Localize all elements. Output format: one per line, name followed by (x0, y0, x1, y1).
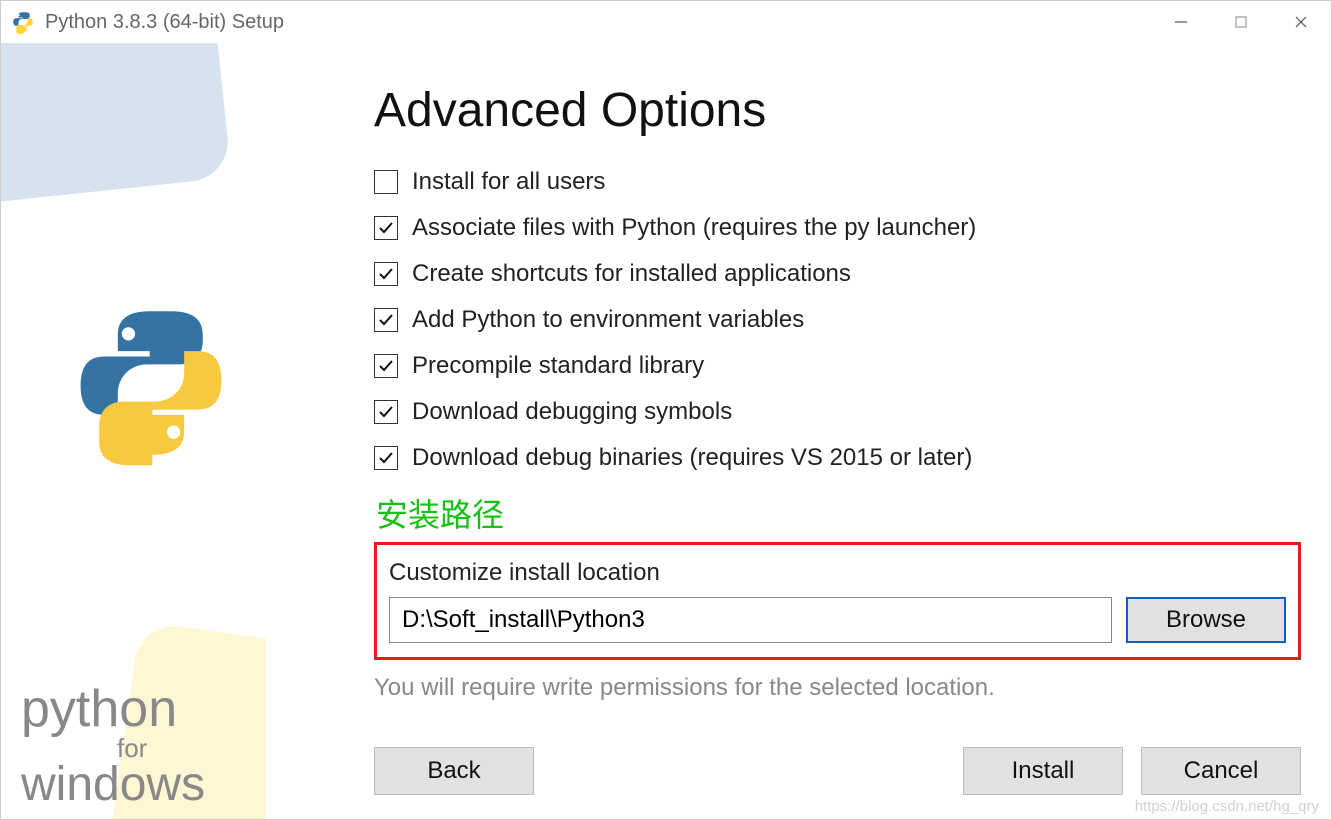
cancel-button[interactable]: Cancel (1141, 747, 1301, 795)
option-row: Download debug binaries (requires VS 201… (374, 444, 1301, 472)
option-label: Download debugging symbols (412, 398, 732, 426)
option-checkbox[interactable] (374, 170, 398, 194)
option-label: Create shortcuts for installed applicati… (412, 260, 851, 288)
option-row: Add Python to environment variables (374, 306, 1301, 334)
customize-location-label: Customize install location (389, 559, 1286, 587)
brand-text: python for windows (21, 683, 205, 809)
option-label: Add Python to environment variables (412, 306, 804, 334)
decorative-shape-top (1, 43, 232, 208)
option-checkbox[interactable] (374, 446, 398, 470)
browse-button[interactable]: Browse (1126, 597, 1286, 643)
installer-window: Python 3.8.3 (64-bit) Setup python for w… (0, 0, 1332, 820)
brand-line1: python (21, 683, 205, 735)
page-title: Advanced Options (374, 83, 1301, 138)
footer-buttons: Back Install Cancel (374, 747, 1301, 795)
close-button[interactable] (1271, 1, 1331, 43)
main-panel: Advanced Options Install for all users As… (266, 43, 1331, 819)
brand-line3: windows (21, 761, 205, 809)
titlebar: Python 3.8.3 (64-bit) Setup (1, 1, 1331, 43)
option-label: Associate files with Python (requires th… (412, 214, 976, 242)
permissions-hint: You will require write permissions for t… (374, 674, 1301, 702)
annotation-install-path: 安装路径 (376, 490, 1301, 536)
install-button[interactable]: Install (963, 747, 1123, 795)
option-row: Associate files with Python (requires th… (374, 214, 1301, 242)
sidebar: python for windows (1, 43, 266, 819)
option-label: Download debug binaries (requires VS 201… (412, 444, 972, 472)
option-checkbox[interactable] (374, 308, 398, 332)
watermark-text: https://blog.csdn.net/hg_qry (1135, 798, 1319, 815)
option-row: Install for all users (374, 168, 1301, 196)
options-list: Install for all users Associate files wit… (374, 168, 1301, 472)
python-app-icon (11, 10, 35, 34)
option-checkbox[interactable] (374, 216, 398, 240)
window-controls (1151, 1, 1331, 43)
option-row: Precompile standard library (374, 352, 1301, 380)
option-row: Create shortcuts for installed applicati… (374, 260, 1301, 288)
option-label: Install for all users (412, 168, 605, 196)
option-checkbox[interactable] (374, 262, 398, 286)
maximize-button[interactable] (1211, 1, 1271, 43)
python-logo-icon (66, 298, 236, 468)
option-checkbox[interactable] (374, 400, 398, 424)
option-row: Download debugging symbols (374, 398, 1301, 426)
back-button[interactable]: Back (374, 747, 534, 795)
option-label: Precompile standard library (412, 352, 704, 380)
install-path-input[interactable] (389, 597, 1112, 643)
option-checkbox[interactable] (374, 354, 398, 378)
minimize-button[interactable] (1151, 1, 1211, 43)
window-title: Python 3.8.3 (64-bit) Setup (45, 11, 1151, 34)
install-location-section: Customize install location Browse (374, 542, 1301, 660)
